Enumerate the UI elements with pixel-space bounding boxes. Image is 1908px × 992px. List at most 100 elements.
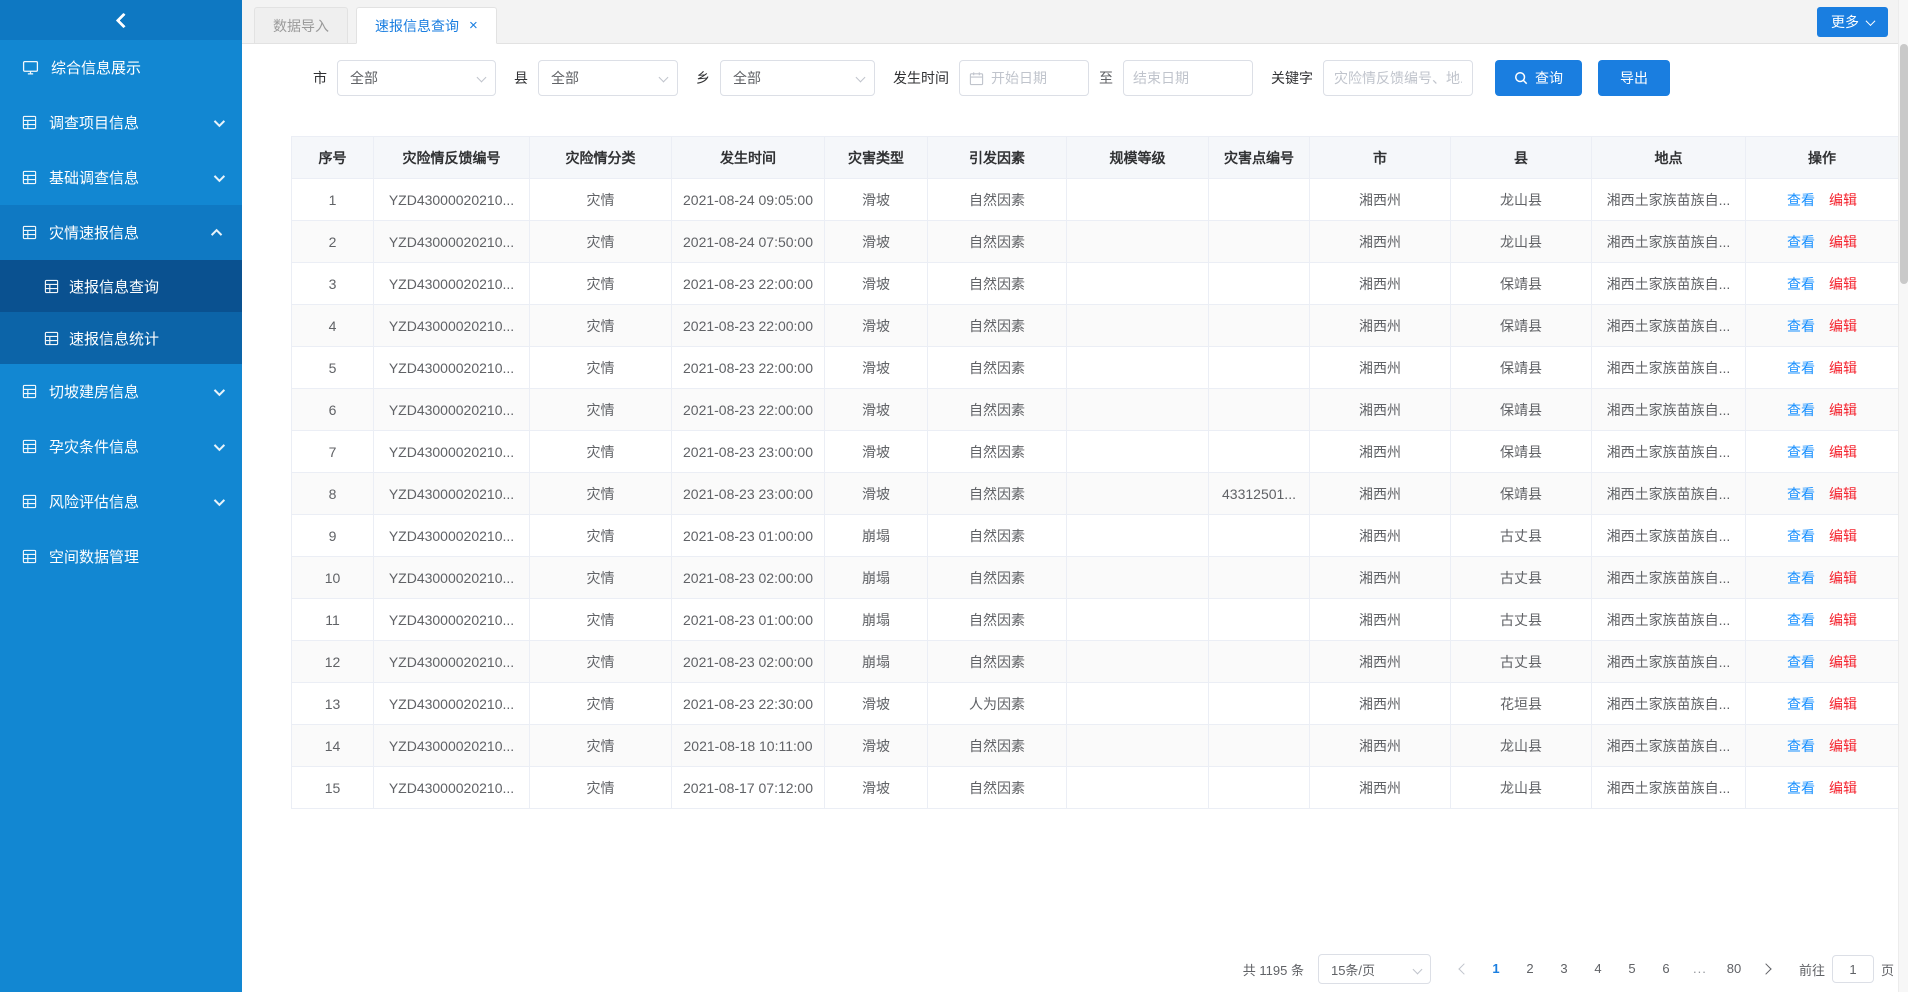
- city-select[interactable]: 全部: [337, 60, 496, 96]
- column-header: 市: [1310, 137, 1451, 179]
- sidebar-item-4[interactable]: 灾情速报信息: [0, 205, 242, 260]
- cell-cls: 灾情: [530, 473, 672, 515]
- county-select[interactable]: 全部: [538, 60, 678, 96]
- table-row: 11YZD43000020210...灾情2021-08-23 01:00:00…: [292, 599, 1899, 641]
- page-number[interactable]: 80: [1720, 955, 1748, 983]
- tab-2[interactable]: 速报信息查询×: [356, 7, 497, 44]
- cell-time: 2021-08-24 09:05:00: [672, 179, 825, 221]
- view-link[interactable]: 查看: [1787, 654, 1815, 670]
- edit-link[interactable]: 编辑: [1829, 234, 1857, 250]
- view-link[interactable]: 查看: [1787, 696, 1815, 712]
- cell-point: [1209, 557, 1310, 599]
- view-link[interactable]: 查看: [1787, 570, 1815, 586]
- view-link[interactable]: 查看: [1787, 528, 1815, 544]
- cell-location: 湘西土家族苗族自...: [1592, 347, 1746, 389]
- page-number[interactable]: 3: [1550, 955, 1578, 983]
- prev-page-button[interactable]: [1449, 955, 1479, 983]
- edit-link[interactable]: 编辑: [1829, 738, 1857, 754]
- cell-cls: 灾情: [530, 221, 672, 263]
- edit-link[interactable]: 编辑: [1829, 192, 1857, 208]
- edit-link[interactable]: 编辑: [1829, 570, 1857, 586]
- next-page-button[interactable]: [1751, 955, 1781, 983]
- cell-time: 2021-08-23 22:30:00: [672, 683, 825, 725]
- page-number[interactable]: 6: [1652, 955, 1680, 983]
- sidebar-subitem[interactable]: 速报信息查询: [0, 260, 242, 312]
- search-button[interactable]: 查询: [1495, 60, 1582, 96]
- edit-link[interactable]: 编辑: [1829, 612, 1857, 628]
- report-table: 序号灾险情反馈编号灾险情分类发生时间灾害类型引发因素规模等级灾害点编号市县地点操…: [291, 136, 1899, 809]
- view-link[interactable]: 查看: [1787, 780, 1815, 796]
- scrollbar-thumb[interactable]: [1900, 44, 1908, 284]
- cell-time: 2021-08-23 23:00:00: [672, 431, 825, 473]
- view-link[interactable]: 查看: [1787, 444, 1815, 460]
- keyword-input[interactable]: [1323, 60, 1473, 96]
- city-select-value: 全部: [350, 68, 378, 88]
- sidebar-item-6[interactable]: 孕灾条件信息: [0, 419, 242, 474]
- page-number[interactable]: 1: [1482, 955, 1510, 983]
- cell-operations: 查看编辑: [1746, 431, 1899, 473]
- cell-type: 滑坡: [825, 431, 928, 473]
- sidebar-subitem[interactable]: 速报信息统计: [0, 312, 242, 364]
- sidebar-collapse-button[interactable]: [0, 0, 242, 40]
- cell-type: 滑坡: [825, 263, 928, 305]
- edit-link[interactable]: 编辑: [1829, 696, 1857, 712]
- page-number[interactable]: 4: [1584, 955, 1612, 983]
- start-date-input[interactable]: 开始日期: [959, 60, 1089, 96]
- edit-link[interactable]: 编辑: [1829, 528, 1857, 544]
- cell-operations: 查看编辑: [1746, 515, 1899, 557]
- goto-page-input[interactable]: [1832, 955, 1874, 983]
- view-link[interactable]: 查看: [1787, 234, 1815, 250]
- chevron-down-icon: [856, 73, 866, 83]
- sidebar-item-3[interactable]: 基础调查信息: [0, 150, 242, 205]
- view-link[interactable]: 查看: [1787, 402, 1815, 418]
- chevron-down-icon: [477, 73, 487, 83]
- export-button[interactable]: 导出: [1598, 60, 1670, 96]
- page-size-select[interactable]: 15条/页: [1318, 954, 1431, 984]
- edit-link[interactable]: 编辑: [1829, 486, 1857, 502]
- edit-link[interactable]: 编辑: [1829, 318, 1857, 334]
- page-number[interactable]: 2: [1516, 955, 1544, 983]
- cell-point: 43312501...: [1209, 473, 1310, 515]
- tab-1[interactable]: 数据导入: [254, 7, 348, 44]
- end-date-input[interactable]: 结束日期: [1123, 60, 1253, 96]
- sidebar-item-1[interactable]: 综合信息展示: [0, 40, 242, 95]
- sidebar-item-7[interactable]: 风险评估信息: [0, 474, 242, 529]
- cell-code: YZD43000020210...: [374, 641, 530, 683]
- chevron-right-icon: [1760, 963, 1771, 974]
- tabs: 数据导入速报信息查询×: [254, 7, 505, 43]
- edit-link[interactable]: 编辑: [1829, 360, 1857, 376]
- close-icon[interactable]: ×: [469, 18, 478, 33]
- search-icon: [1514, 71, 1528, 85]
- page-number[interactable]: 5: [1618, 955, 1646, 983]
- more-button[interactable]: 更多: [1817, 7, 1888, 37]
- view-link[interactable]: 查看: [1787, 192, 1815, 208]
- view-link[interactable]: 查看: [1787, 612, 1815, 628]
- cell-scale: [1067, 473, 1209, 515]
- calendar-icon: [969, 71, 984, 86]
- end-date-placeholder: 结束日期: [1133, 68, 1189, 88]
- view-link[interactable]: 查看: [1787, 276, 1815, 292]
- cell-point: [1209, 515, 1310, 557]
- edit-link[interactable]: 编辑: [1829, 444, 1857, 460]
- sidebar-item-8[interactable]: 空间数据管理: [0, 529, 242, 584]
- sidebar-item-2[interactable]: 调查项目信息: [0, 95, 242, 150]
- edit-link[interactable]: 编辑: [1829, 276, 1857, 292]
- edit-link[interactable]: 编辑: [1829, 402, 1857, 418]
- cell-point: [1209, 389, 1310, 431]
- cell-type: 崩塌: [825, 515, 928, 557]
- cell-no: 10: [292, 557, 374, 599]
- view-link[interactable]: 查看: [1787, 360, 1815, 376]
- view-link[interactable]: 查看: [1787, 738, 1815, 754]
- cell-county: 龙山县: [1451, 725, 1592, 767]
- town-select[interactable]: 全部: [720, 60, 875, 96]
- edit-link[interactable]: 编辑: [1829, 780, 1857, 796]
- view-link[interactable]: 查看: [1787, 318, 1815, 334]
- edit-link[interactable]: 编辑: [1829, 654, 1857, 670]
- sidebar-item-5[interactable]: 切坡建房信息: [0, 364, 242, 419]
- cell-city: 湘西州: [1310, 389, 1451, 431]
- table-row: 2YZD43000020210...灾情2021-08-24 07:50:00滑…: [292, 221, 1899, 263]
- view-link[interactable]: 查看: [1787, 486, 1815, 502]
- app-window: 综合信息展示调查项目信息基础调查信息灾情速报信息速报信息查询速报信息统计切坡建房…: [0, 0, 1908, 992]
- more-button-label: 更多: [1831, 12, 1859, 32]
- cell-operations: 查看编辑: [1746, 263, 1899, 305]
